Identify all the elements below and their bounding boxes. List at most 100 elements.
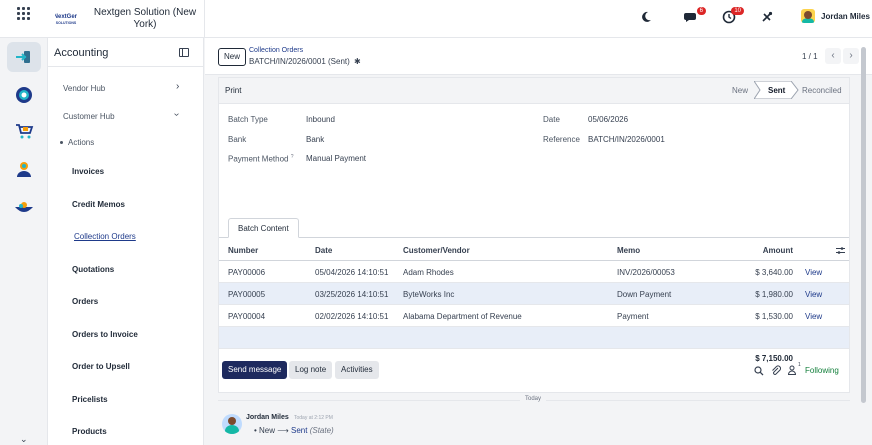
message-author-avatar[interactable] [222,414,242,434]
date-separator-label: Today [520,396,547,402]
form-sheet: Print New Sent Reconciled Batch Type Inb… [218,77,850,393]
breadcrumb-parent[interactable]: Collection Orders [249,47,303,54]
company-name[interactable]: Nextgen Solution (New York) [90,7,200,31]
table-row[interactable]: PAY00006 05/04/2026 14:10:51 Adam Rhodes… [219,261,849,283]
sidebar-item-credit-memos[interactable]: Credit Memos [72,200,125,209]
control-panel: New Collection Orders BATCH/IN/2026/0001… [205,38,872,75]
column-header-amount[interactable]: Amount [723,246,793,255]
tracking-new-value: Sent [290,426,308,435]
print-button[interactable]: Print [225,86,241,95]
stage-new[interactable]: New [732,86,748,95]
stage-reconciled[interactable]: Reconciled [802,86,842,95]
new-button[interactable]: New [218,48,247,66]
sidebar-item-orders-to-invoice[interactable]: Orders to Invoice [72,330,138,339]
dark-mode-moon-icon[interactable] [639,10,655,26]
view-button[interactable]: View [805,268,822,277]
pager-value[interactable]: 1 / 1 [802,52,818,61]
cell-number: PAY00006 [228,268,266,277]
send-message-button[interactable]: Send message [222,361,288,379]
search-icon[interactable] [754,366,764,376]
payment-method-label-text: Payment Method [228,154,289,164]
activities-clock-icon[interactable]: 10 [722,7,744,26]
column-header-memo[interactable]: Memo [617,246,640,255]
message-time: Today at 2:12 PM [294,415,333,421]
main-content: New Collection Orders BATCH/IN/2026/0001… [205,38,872,445]
followers-count: 1 [798,362,801,368]
column-header-date[interactable]: Date [315,246,332,255]
record-name: BATCH/IN/2026/0001 (Sent) [249,57,350,66]
stage-sent[interactable]: Sent [768,86,785,95]
batch-type-value[interactable]: Inbound [306,115,335,124]
sales-cart-app-icon[interactable] [7,116,41,146]
messages-icon[interactable]: 6 [684,7,706,26]
sidebar-toggle-icon[interactable] [179,48,189,57]
optional-columns-icon[interactable] [836,246,845,255]
chevron-down-icon[interactable]: › [171,113,182,116]
attachment-paperclip-icon[interactable] [771,365,781,376]
following-button[interactable]: Following [805,366,839,375]
sidebar-item-order-to-upsell[interactable]: Order to Upsell [72,362,130,371]
column-header-customer-vendor[interactable]: Customer/Vendor [403,246,470,255]
sidebar-header: Accounting [48,38,204,67]
actions-bullet-icon [60,141,63,144]
sidebar-item-collection-orders[interactable]: Collection Orders [74,232,136,241]
activities-button[interactable]: Activities [335,361,379,379]
expand-apps-chevron-icon[interactable]: ⌄ [20,434,28,445]
accounting-sidebar: Accounting Vendor Hub › Customer Hub › A… [48,38,252,445]
pager-previous-button[interactable]: ‹ [825,48,841,64]
pager-next-button[interactable]: › [843,48,859,64]
cell-amount: $ 1,980.00 [755,290,793,299]
tracking-old-value: New [259,426,276,435]
cell-number: PAY00004 [228,312,266,321]
company-logo: NextGen SOLUTIONS [54,11,79,27]
sidebar-item-customer-hub[interactable]: Customer Hub [63,112,115,121]
user-menu[interactable]: Jordan Miles [801,9,870,23]
column-header-number[interactable]: Number [228,246,258,255]
tracking-message: • New ⟶ Sent (State) [254,426,334,435]
payment-method-value[interactable]: Manual Payment [306,154,366,163]
contacts-app-icon[interactable] [7,154,41,184]
main-scrollbar[interactable] [861,47,866,403]
svg-text:SOLUTIONS: SOLUTIONS [56,21,77,25]
app-menu-icon[interactable] [17,7,31,21]
log-note-button[interactable]: Log note [289,361,333,379]
sidebar-item-products[interactable]: Products [72,427,107,436]
sidebar-item-actions[interactable]: Actions [68,138,94,147]
cell-partner: ByteWorks Inc [403,290,455,299]
sidebar-item-invoices[interactable]: Invoices [72,167,104,176]
sidebar-item-vendor-hub[interactable]: Vendor Hub [63,84,105,93]
inventory-app-icon[interactable] [7,192,41,222]
tools-icon[interactable] [760,10,776,26]
tab-divider [219,237,849,238]
cell-memo: Down Payment [617,290,672,299]
cell-date: 02/02/2026 14:10:51 [315,312,389,321]
help-tooltip-icon[interactable]: ? [291,154,294,160]
cell-date: 05/04/2026 14:10:51 [315,268,389,277]
date-value[interactable]: 05/06/2026 [588,115,628,124]
sidebar-item-quotations[interactable]: Quotations [72,265,114,274]
accounting-app-icon[interactable] [7,42,41,72]
user-avatar [801,9,815,23]
table-row[interactable]: PAY00004 02/02/2026 14:10:51 Alabama Dep… [219,305,849,327]
followers-icon[interactable] [788,365,798,375]
reference-value[interactable]: BATCH/IN/2026/0001 [588,135,665,144]
table-row[interactable]: PAY00005 03/25/2026 14:10:51 ByteWorks I… [219,283,849,305]
cell-partner: Alabama Department of Revenue [403,312,522,321]
cell-memo: Payment [617,312,649,321]
bank-value[interactable]: Bank [306,135,324,144]
sidebar-item-orders[interactable]: Orders [72,297,98,306]
chatter-toolbar: Send message Log note Activities 1 Follo… [218,358,850,384]
tab-batch-content[interactable]: Batch Content [228,218,299,238]
view-button[interactable]: View [805,290,822,299]
discuss-app-icon[interactable] [7,80,41,110]
message-author[interactable]: Jordan Miles [246,414,289,421]
chevron-right-icon[interactable]: › [176,81,179,92]
reference-label: Reference [543,135,580,144]
cell-date: 03/25/2026 14:10:51 [315,290,389,299]
sidebar-title: Accounting [54,47,109,59]
cell-amount: $ 3,640.00 [755,268,793,277]
sidebar-item-pricelists[interactable]: Pricelists [72,395,108,404]
view-button[interactable]: View [805,312,822,321]
breadcrumb-current: BATCH/IN/2026/0001 (Sent) ✱ [249,57,361,66]
gear-icon[interactable]: ✱ [354,57,361,66]
